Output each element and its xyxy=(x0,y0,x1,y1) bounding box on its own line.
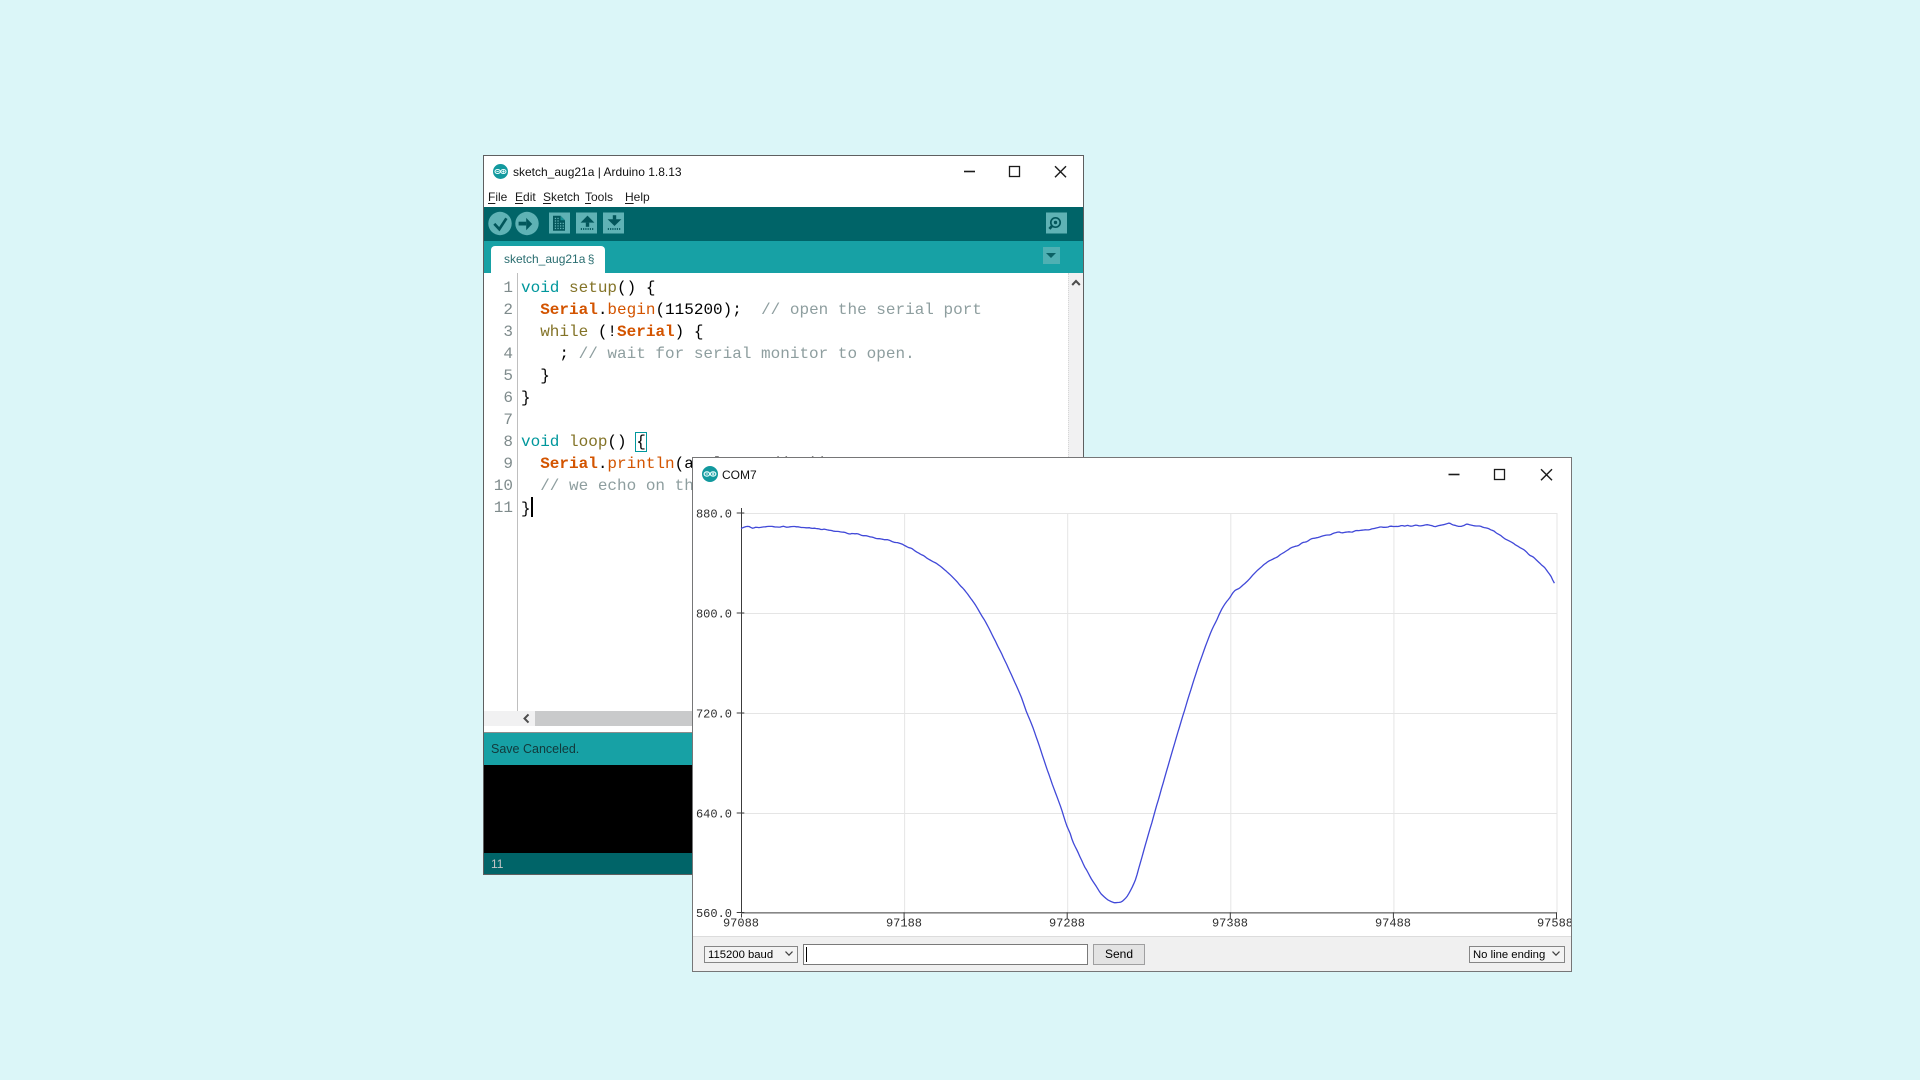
svg-text:97188: 97188 xyxy=(886,917,922,931)
svg-text:720.0: 720.0 xyxy=(696,708,732,722)
svg-text:97088: 97088 xyxy=(723,917,759,931)
svg-text:880.0: 880.0 xyxy=(696,508,732,522)
svg-text:97288: 97288 xyxy=(1049,917,1085,931)
svg-text:800.0: 800.0 xyxy=(696,608,732,622)
svg-text:97488: 97488 xyxy=(1375,917,1411,931)
svg-text:97588: 97588 xyxy=(1537,917,1571,931)
svg-text:97388: 97388 xyxy=(1212,917,1248,931)
svg-text:640.0: 640.0 xyxy=(696,808,732,822)
